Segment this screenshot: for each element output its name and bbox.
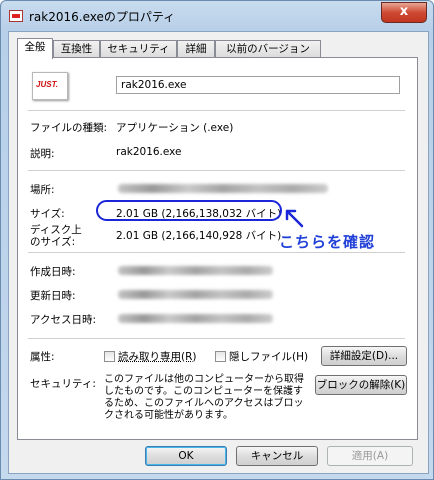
size-label: サイズ:: [30, 208, 65, 220]
dialog-client: 全般 互換性 セキュリティ 詳細 以前のバージョン JUST. rak2016.…: [8, 31, 429, 474]
tab-details[interactable]: 詳細: [177, 40, 215, 57]
file-type-value: アプリケーション (.exe): [116, 122, 234, 134]
window-title: rak2016.exeのプロパティ: [29, 10, 176, 24]
readonly-label[interactable]: 読み取り専用(R): [118, 349, 197, 364]
highlight-circle: [96, 200, 282, 221]
file-name-input[interactable]: rak2016.exe: [116, 76, 400, 94]
modified-label: 更新日時:: [30, 290, 76, 302]
size-on-disk-value: 2.01 GB (2,166,140,928 バイト): [116, 230, 282, 242]
tab-general[interactable]: 全般: [17, 38, 53, 59]
security-label: セキュリティ:: [30, 378, 96, 390]
tab-previous-versions[interactable]: 以前のバージョン: [215, 40, 321, 57]
description-value: rak2016.exe: [116, 146, 182, 158]
hidden-checkbox[interactable]: [215, 351, 226, 362]
file-type-label: ファイルの種類:: [30, 122, 108, 134]
tab-compatibility[interactable]: 互換性: [53, 40, 100, 57]
description-label: 説明:: [30, 148, 55, 160]
app-title-icon: [9, 10, 23, 22]
security-message: このファイルは他のコンピューターから取得したものです。このコンピューターを保護す…: [104, 374, 304, 421]
hidden-label[interactable]: 隠しファイル(H): [229, 349, 308, 364]
created-value-blurred: [118, 266, 273, 275]
divider: [28, 170, 405, 171]
accessed-label: アクセス日時:: [30, 314, 97, 326]
unblock-button[interactable]: ブロックの解除(K): [315, 375, 407, 395]
tab-security[interactable]: セキュリティ: [100, 40, 177, 57]
location-value-blurred: [118, 184, 328, 193]
advanced-button[interactable]: 詳細設定(D)...: [321, 346, 407, 366]
annotation-text: こちらを確認: [279, 233, 376, 251]
ok-button[interactable]: OK: [145, 446, 227, 466]
properties-window: rak2016.exeのプロパティ x 全般 互換性 セキュリティ 詳細 以前の…: [0, 0, 434, 480]
readonly-checkbox[interactable]: [104, 351, 115, 362]
created-label: 作成日時:: [30, 266, 76, 278]
apply-button[interactable]: 適用(A): [327, 446, 413, 466]
divider: [28, 110, 405, 111]
close-button[interactable]: x: [381, 2, 427, 23]
divider: [28, 252, 405, 253]
attributes-label: 属性:: [30, 351, 55, 363]
divider: [28, 338, 405, 339]
annotation-arrow-icon: [285, 209, 304, 228]
title-bar[interactable]: rak2016.exeのプロパティ x: [1, 1, 433, 31]
size-on-disk-label: ディスク上 のサイズ:: [30, 224, 82, 248]
modified-value-blurred: [118, 290, 273, 299]
cancel-button[interactable]: キャンセル: [236, 446, 318, 466]
accessed-value-blurred: [118, 314, 273, 323]
location-label: 場所:: [30, 184, 55, 196]
application-icon: JUST.: [32, 72, 68, 100]
